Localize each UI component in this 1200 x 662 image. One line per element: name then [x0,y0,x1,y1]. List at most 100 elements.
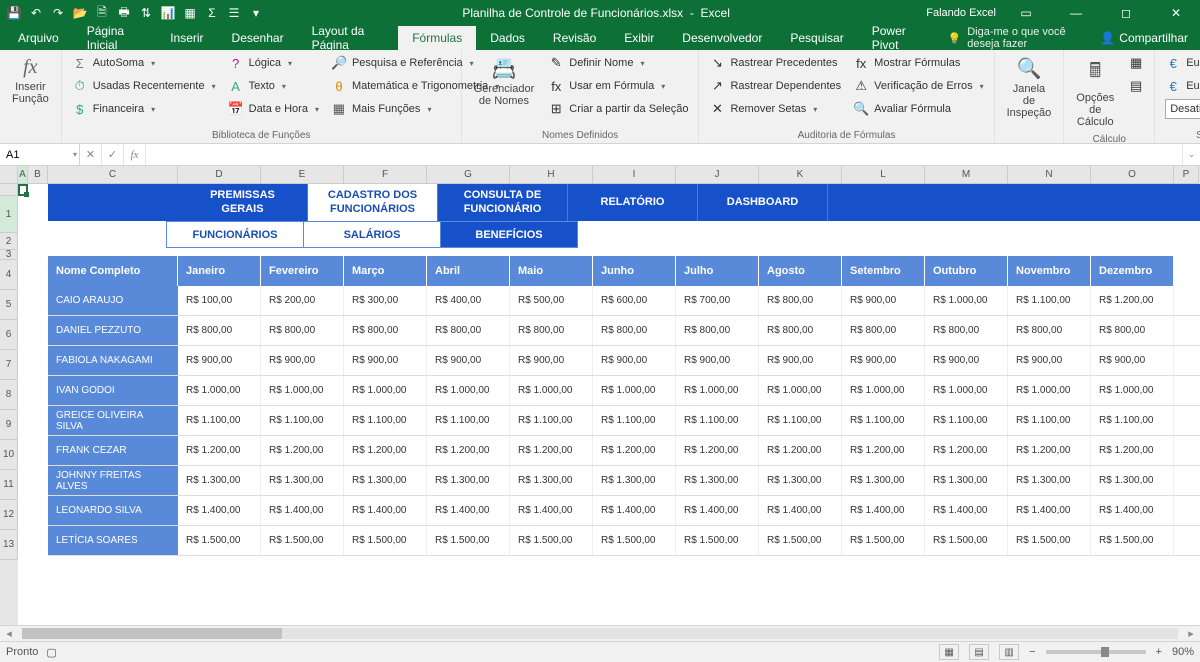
maximize-icon[interactable]: ◻ [1106,0,1146,26]
tell-me-search[interactable]: 💡Diga-me o que você deseja fazer [948,26,1089,50]
column-header-L[interactable]: L [842,166,925,184]
minimize-icon[interactable]: — [1056,0,1096,26]
select-all-corner[interactable] [0,166,18,184]
solutions-dropdown[interactable]: Desativar▾ [1161,98,1200,120]
calc-options-button[interactable]: 🖩 Opções de Cálculo [1070,52,1120,132]
table-header-cell[interactable]: Janeiro [178,256,261,286]
watch-window-button[interactable]: 🔍 Janela de Inspeção [1001,52,1058,139]
scrollbar-track[interactable] [22,628,1178,639]
qat-touch-icon[interactable]: ☰ [224,3,244,23]
close-icon[interactable]: ✕ [1156,0,1196,26]
data-cell[interactable]: R$ 1.200,00 [510,436,593,465]
data-cell[interactable]: R$ 1.000,00 [925,376,1008,405]
data-cell[interactable]: R$ 1.100,00 [1008,406,1091,435]
employee-name-cell[interactable]: LETÍCIA SOARES [48,526,178,555]
qat-pivot-icon[interactable]: ▦ [180,3,200,23]
data-cell[interactable]: R$ 1.500,00 [1091,526,1174,555]
main-nav-button[interactable]: CONSULTA DEFUNCIONÁRIO [438,184,568,221]
data-cell[interactable]: R$ 1.000,00 [593,376,676,405]
data-cell[interactable]: R$ 1.000,00 [925,286,1008,315]
data-cell[interactable]: R$ 1.100,00 [261,406,344,435]
cancel-formula-button[interactable]: ✕ [80,144,102,165]
data-cell[interactable]: R$ 800,00 [1008,316,1091,345]
data-cell[interactable]: R$ 1.500,00 [759,526,842,555]
ribbon-tab-inserir[interactable]: Inserir [156,26,217,50]
column-header-N[interactable]: N [1008,166,1091,184]
data-cell[interactable]: R$ 800,00 [427,316,510,345]
formula-input[interactable] [146,144,1182,165]
data-cell[interactable]: R$ 1.300,00 [759,466,842,495]
data-cell[interactable]: R$ 1.000,00 [842,376,925,405]
name-box[interactable]: A1 ▾ [0,144,80,165]
employee-name-cell[interactable]: GREICE OLIVEIRA SILVA [48,406,178,435]
names-usar-em-fórmula-button[interactable]: fxUsar em Fórmula▾ [544,75,692,97]
zoom-slider[interactable] [1046,650,1146,654]
employee-name-cell[interactable]: IVAN GODOI [48,376,178,405]
data-cell[interactable]: R$ 1.200,00 [925,436,1008,465]
data-cell[interactable]: R$ 800,00 [759,316,842,345]
data-cell[interactable]: R$ 1.200,00 [344,436,427,465]
row-header-8[interactable]: 8 [0,380,18,410]
row-header-2[interactable]: 2 [0,233,18,250]
data-cell[interactable]: R$ 1.500,00 [676,526,759,555]
data-cell[interactable]: R$ 1.400,00 [510,496,593,525]
data-cell[interactable]: R$ 900,00 [510,346,593,375]
column-header-F[interactable]: F [344,166,427,184]
page-break-view-button[interactable]: ▥ [999,644,1019,660]
ribbon-tab-arquivo[interactable]: Arquivo [4,26,73,50]
data-cell[interactable]: R$ 900,00 [593,346,676,375]
column-header-B[interactable]: B [28,166,48,184]
data-cell[interactable]: R$ 800,00 [1091,316,1174,345]
scrollbar-thumb[interactable] [22,628,282,639]
data-cell[interactable]: R$ 1.300,00 [427,466,510,495]
qat-new-icon[interactable]: 🗎 [92,3,112,23]
data-cell[interactable]: R$ 1.200,00 [1008,436,1091,465]
row-header-3[interactable]: 3 [0,250,18,260]
employee-name-cell[interactable]: JOHNNY FREITAS ALVES [48,466,178,495]
data-cell[interactable]: R$ 1.000,00 [261,376,344,405]
data-cell[interactable]: R$ 500,00 [510,286,593,315]
row-header-11[interactable]: 11 [0,470,18,500]
calc-now-button[interactable]: ▦ [1124,52,1148,74]
column-header-A[interactable]: A [18,166,28,184]
data-cell[interactable]: R$ 800,00 [925,316,1008,345]
lib-data-e-hora-button[interactable]: 📅Data e Hora▾ [224,98,323,120]
data-cell[interactable]: R$ 800,00 [344,316,427,345]
sub-nav-button[interactable]: FUNCIONÁRIOS [166,221,304,248]
fx-button[interactable]: fx [124,144,146,165]
lib-financeira-button[interactable]: $Financeira▾ [68,98,220,120]
data-cell[interactable]: R$ 1.000,00 [1008,376,1091,405]
scroll-right-icon[interactable]: ▸ [1182,626,1200,641]
column-header-I[interactable]: I [593,166,676,184]
data-cell[interactable]: R$ 1.400,00 [676,496,759,525]
row-header-7[interactable]: 7 [0,350,18,380]
data-cell[interactable]: R$ 1.100,00 [676,406,759,435]
data-cell[interactable]: R$ 1.500,00 [178,526,261,555]
data-cell[interactable]: R$ 900,00 [178,346,261,375]
row-header-[interactable] [0,184,18,196]
ribbon-tab-pesquisar[interactable]: Pesquisar [776,26,857,50]
data-cell[interactable]: R$ 1.200,00 [261,436,344,465]
data-cell[interactable]: R$ 1.100,00 [842,406,925,435]
table-header-cell[interactable]: Agosto [759,256,842,286]
lib-autosoma-button[interactable]: ΣAutoSoma▾ [68,52,220,74]
data-cell[interactable]: R$ 1.500,00 [510,526,593,555]
data-cell[interactable]: R$ 1.000,00 [676,376,759,405]
data-cell[interactable]: R$ 900,00 [344,346,427,375]
table-header-cell[interactable]: Março [344,256,427,286]
employee-name-cell[interactable]: DANIEL PEZZUTO [48,316,178,345]
ribbon-tab-layout-da-página[interactable]: Layout da Página [298,26,399,50]
data-cell[interactable]: R$ 1.500,00 [925,526,1008,555]
ribbon-tab-página-inicial[interactable]: Página Inicial [73,26,157,50]
data-cell[interactable]: R$ 600,00 [593,286,676,315]
data-cell[interactable]: R$ 1.500,00 [1008,526,1091,555]
employee-name-cell[interactable]: CAIO ARAUJO [48,286,178,315]
data-cell[interactable]: R$ 300,00 [344,286,427,315]
data-cell[interactable]: R$ 1.400,00 [1008,496,1091,525]
sub-nav-button[interactable]: SALÁRIOS [303,221,441,248]
ribbon-tab-power-pivot[interactable]: Power Pivot [858,26,936,50]
row-header-1[interactable]: 1 [0,196,18,233]
qat-print-icon[interactable]: 🖶 [114,3,134,23]
normal-view-button[interactable]: ▦ [939,644,959,660]
data-cell[interactable]: R$ 1.400,00 [593,496,676,525]
